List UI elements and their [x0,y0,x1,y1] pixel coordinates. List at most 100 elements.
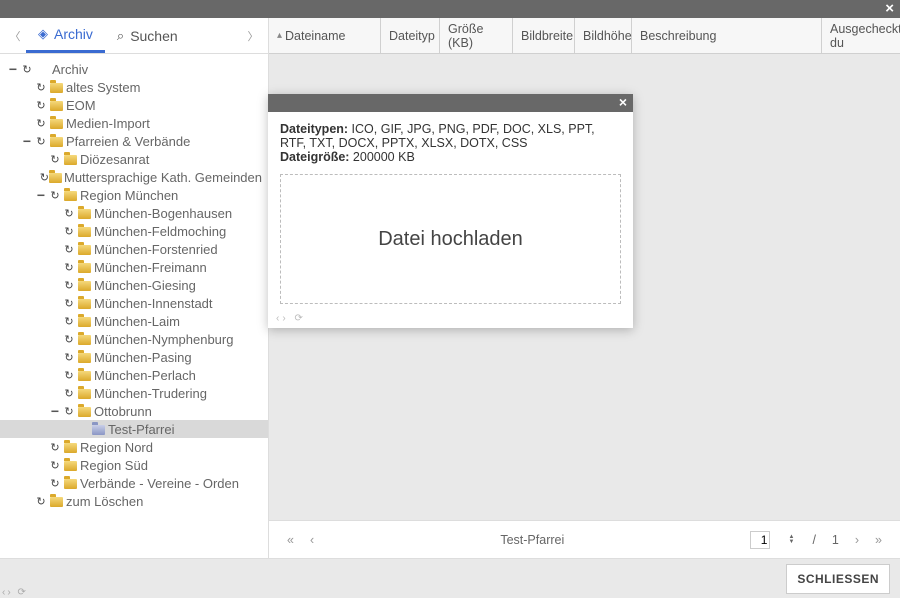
pager-last-icon[interactable]: » [875,533,882,547]
folder-icon [76,224,92,238]
tree-item[interactable]: −↻ Region München [0,186,268,204]
tree-item[interactable]: ↻ Region Süd [0,456,268,474]
tree-item-label: Region München [78,188,178,203]
folder-icon [48,134,64,148]
folder-icon [76,314,92,328]
pager-next-icon[interactable]: › [855,533,859,547]
pager-page-input[interactable] [750,531,770,549]
tree-item[interactable]: ↻ Diözesanrat [0,150,268,168]
tree-item-label: München-Innenstadt [92,296,213,311]
col-groesse[interactable]: Größe (KB) [440,18,513,53]
refresh-icon[interactable]: ↻ [48,459,62,472]
tree-item[interactable]: ↻ zum Löschen [0,492,268,510]
refresh-icon[interactable]: ↻ [62,279,76,292]
tree-item[interactable]: −↻ Ottobrunn [0,402,268,420]
col-dateiname[interactable]: Dateiname [269,18,381,53]
refresh-icon[interactable]: ↻ [34,99,48,112]
footer-bar: SCHLIESSEN [0,558,900,598]
tree-item[interactable]: ↻Medien-Import [0,114,268,132]
tree-item[interactable]: ↻ München-Forstenried [0,240,268,258]
tree-item-label: Region Süd [78,458,148,473]
tree-item[interactable]: ↻ München-Innenstadt [0,294,268,312]
refresh-icon[interactable]: ↻ [62,243,76,256]
tree-item[interactable]: ↻München-Perlach [0,366,268,384]
upload-dropzone[interactable]: Datei hochladen [280,174,621,304]
refresh-icon[interactable]: ↻ [62,315,76,328]
col-beschreibung[interactable]: Beschreibung [632,18,822,53]
tree-item-label: München-Forstenried [92,242,218,257]
refresh-icon[interactable]: ↻ [40,171,49,184]
refresh-icon[interactable]: ↻ [48,477,62,490]
refresh-icon[interactable]: ↻ [34,495,48,508]
tree-item[interactable]: ↻Verbände - Vereine - Orden [0,474,268,492]
tabs-next-icon[interactable]: 〉 [242,28,264,44]
refresh-icon[interactable]: ↻ [20,63,34,76]
tree-item[interactable]: ↻München-Freimann [0,258,268,276]
refresh-icon[interactable]: ↻ [62,261,76,274]
pager: « ‹ Test-Pfarrei ▲▼ / 1 › » [269,520,900,558]
refresh-icon[interactable]: ↻ [34,135,48,148]
tree-item[interactable]: ↻München-Laim [0,312,268,330]
expand-icon[interactable]: − [34,188,48,202]
refresh-icon[interactable]: ↻ [62,369,76,382]
tree-item[interactable]: ↻Region Nord [0,438,268,456]
modal-body: Dateitypen: ICO, GIF, JPG, PNG, PDF, DOC… [268,112,633,328]
folder-tree[interactable]: −↻Archiv↻altes System↻EOM↻Medien-Import−… [0,54,268,558]
refresh-icon[interactable]: ↻ [48,153,62,166]
refresh-icon[interactable]: ↻ [62,297,76,310]
tree-item[interactable]: ↻München-Pasing [0,348,268,366]
refresh-icon[interactable]: ↻ [62,207,76,220]
tree-item[interactable]: ↻München-Bogenhausen [0,204,268,222]
status-icons: ‹› ⟳ [2,587,28,598]
folder-icon [62,188,78,202]
tab-archiv[interactable]: ◈ Archiv [26,18,105,53]
col-ausgecheckt[interactable]: Ausgecheckt du [822,18,900,53]
tree-item-label: München-Nymphenburg [92,332,233,347]
tree-item[interactable]: Test-Pfarrei [0,420,268,438]
close-button[interactable]: SCHLIESSEN [786,564,890,594]
tree-item-label: München-Trudering [92,386,207,401]
modal-status-icons: ‹› ⟳ [276,313,306,324]
refresh-icon[interactable]: ↻ [48,189,62,202]
tree-item-label: zum Löschen [64,494,143,509]
close-icon[interactable]: × [885,0,894,17]
refresh-icon[interactable]: ↻ [62,387,76,400]
tree-item-label: Muttersprachige Kath. Gemeinden [62,170,262,185]
refresh-icon[interactable]: ↻ [34,81,48,94]
tree-item[interactable]: ↻EOM [0,96,268,114]
folder-icon [76,242,92,256]
pager-first-icon[interactable]: « [287,533,294,547]
refresh-icon[interactable]: ↻ [62,333,76,346]
tree-item[interactable]: ↻München-Giesing [0,276,268,294]
tab-suchen[interactable]: ⌕ Suchen [105,18,190,53]
folder-icon [49,170,62,184]
col-dateityp[interactable]: Dateityp [381,18,440,53]
expand-icon[interactable]: − [48,404,62,418]
refresh-icon[interactable]: ↻ [62,351,76,364]
folder-icon [76,332,92,346]
tree-item-label: Diözesanrat [78,152,149,167]
tree-item[interactable]: ↻München-Feldmoching [0,222,268,240]
col-bildbreite[interactable]: Bildbreite [513,18,575,53]
tree-item[interactable]: −↻Pfarreien & Verbände [0,132,268,150]
folder-icon [76,206,92,220]
tree-item[interactable]: ↻ München-Trudering [0,384,268,402]
refresh-icon[interactable]: ↻ [62,405,76,418]
folder-icon [76,278,92,292]
tree-item-label: Ottobrunn [92,404,152,419]
tree-item[interactable]: −↻Archiv [0,60,268,78]
refresh-icon[interactable]: ↻ [34,117,48,130]
expand-icon[interactable]: − [6,62,20,76]
pager-stepper[interactable]: ▲▼ [788,535,794,545]
refresh-icon[interactable]: ↻ [62,225,76,238]
tree-item[interactable]: ↻ Muttersprachige Kath. Gemeinden [0,168,268,186]
folder-icon [62,440,78,454]
tabs-prev-icon[interactable]: 〈 [4,28,26,44]
col-bildhoehe[interactable]: Bildhöhe [575,18,632,53]
tree-item[interactable]: ↻ München-Nymphenburg [0,330,268,348]
refresh-icon[interactable]: ↻ [48,441,62,454]
modal-close-icon[interactable]: × [619,94,627,110]
table-header-row: Dateiname Dateityp Größe (KB) Bildbreite… [269,18,900,54]
expand-icon[interactable]: − [20,134,34,148]
tree-item[interactable]: ↻altes System [0,78,268,96]
